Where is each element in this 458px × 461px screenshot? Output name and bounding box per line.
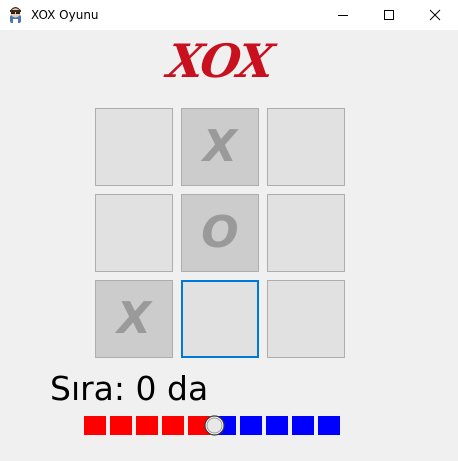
board-cell-8[interactable]: [181, 280, 259, 358]
slider-segment-blue: [240, 416, 262, 435]
board-cell-9[interactable]: [267, 280, 345, 358]
slider-segment-red: [136, 416, 158, 435]
turn-indicator: Sıra: 0 da: [50, 369, 209, 408]
title-bar: XOX Oyunu: [0, 0, 458, 30]
window-title: XOX Oyunu: [31, 8, 99, 22]
maximize-icon: [384, 10, 394, 20]
board-cell-6[interactable]: [267, 194, 345, 272]
minimize-button[interactable]: [320, 0, 366, 30]
board-cell-5[interactable]: O: [181, 194, 259, 272]
slider-segment-blue: [292, 416, 314, 435]
minimize-icon: [338, 15, 348, 16]
close-icon: [429, 9, 441, 21]
slider-segment-red: [84, 416, 106, 435]
game-logo: XOX: [164, 34, 276, 88]
slider-segment-red: [162, 416, 184, 435]
slider-segment-red: [110, 416, 132, 435]
close-button[interactable]: [412, 0, 458, 30]
board-cell-7[interactable]: X: [95, 280, 173, 358]
board-cell-1[interactable]: [95, 108, 173, 186]
board-cell-2[interactable]: X: [181, 108, 259, 186]
slider-segment-blue: [318, 416, 340, 435]
maximize-button[interactable]: [366, 0, 412, 30]
board-cell-3[interactable]: [267, 108, 345, 186]
slider-segment-blue: [266, 416, 288, 435]
slider-thumb[interactable]: [204, 415, 225, 436]
board-cell-4[interactable]: [95, 194, 173, 272]
turn-slider[interactable]: [84, 415, 346, 437]
app-avatar-icon: [10, 7, 21, 23]
